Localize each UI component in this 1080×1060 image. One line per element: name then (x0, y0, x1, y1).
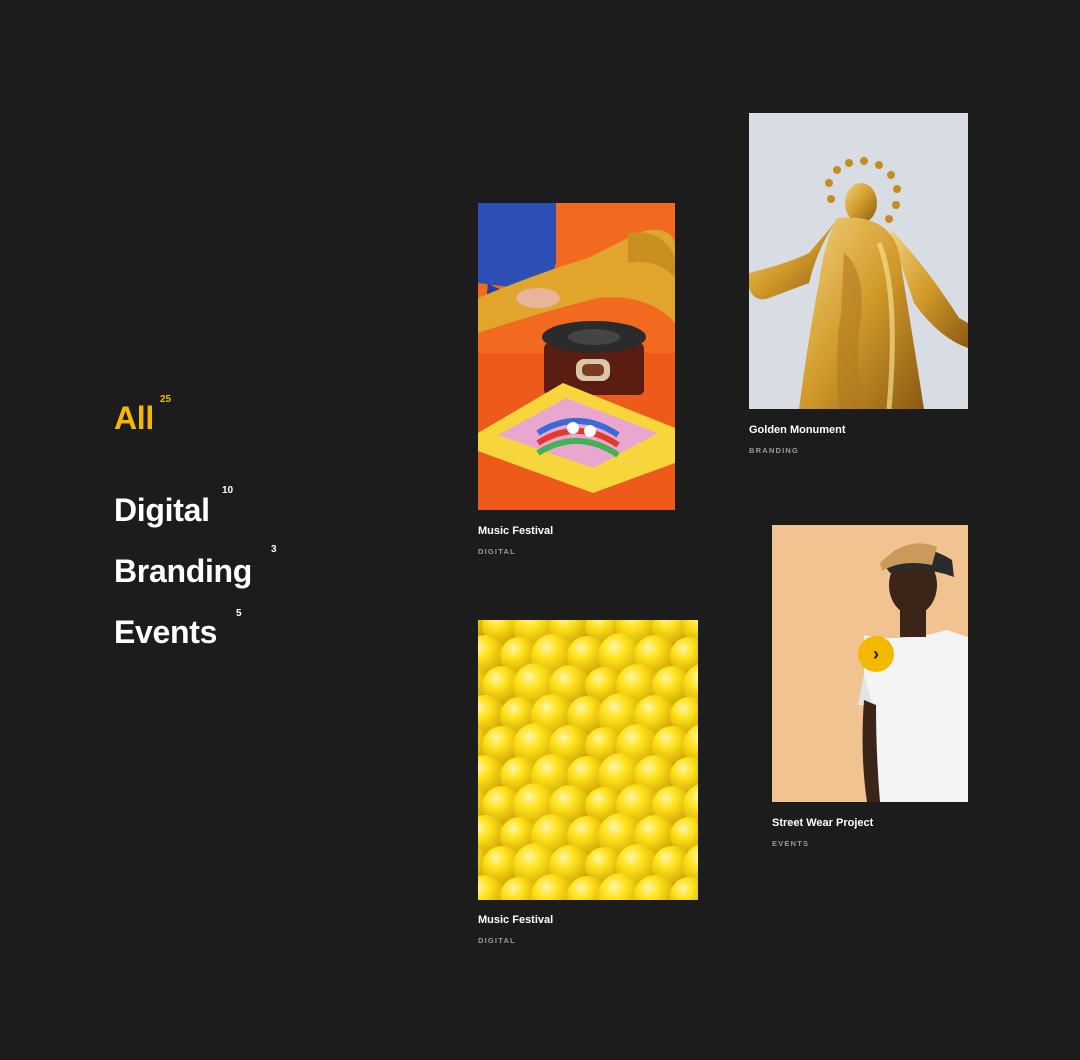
project-category[interactable]: BRANDING (749, 446, 799, 455)
filter-branding-count: 3 (271, 544, 277, 555)
filter-all[interactable]: All 25 (114, 394, 171, 437)
filter-events[interactable]: Events 5 (114, 608, 242, 651)
filter-branding-label: Branding (114, 553, 253, 589)
filter-branding[interactable]: Branding 3 (114, 544, 277, 590)
filter-all-count: 25 (160, 394, 172, 405)
project-title[interactable]: Music Festival (478, 914, 553, 926)
yellow-balls-photo[interactable] (478, 620, 698, 900)
record-player-photo[interactable] (478, 203, 675, 510)
filter-all-label: All (114, 400, 154, 436)
filter-digital-count: 10 (222, 485, 234, 496)
project-title[interactable]: Street Wear Project (772, 817, 873, 829)
project-title[interactable]: Golden Monument (749, 424, 846, 436)
project-category[interactable]: DIGITAL (478, 936, 516, 945)
golden-statue-photo[interactable] (749, 113, 968, 409)
project-category[interactable]: EVENTS (772, 839, 809, 848)
filter-digital[interactable]: Digital 10 (114, 485, 233, 529)
project-title[interactable]: Music Festival (478, 525, 553, 537)
project-category[interactable]: DIGITAL (478, 547, 516, 556)
chevron-right-icon: › (873, 644, 879, 664)
filter-events-label: Events (114, 614, 218, 650)
next-button[interactable]: › (858, 636, 894, 672)
filter-digital-label: Digital (114, 492, 210, 528)
filter-events-count: 5 (236, 608, 242, 619)
